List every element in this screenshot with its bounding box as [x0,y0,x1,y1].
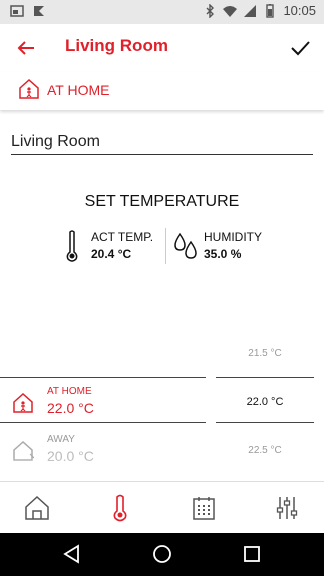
picker-line-bottom [216,422,314,423]
battery-icon [266,3,275,18]
mode-temp-value: 22.0 °C [47,400,94,416]
settings-sliders-icon[interactable] [273,494,301,522]
mode-label: AWAY [47,434,75,445]
room-name-field[interactable]: Living Room [11,128,313,155]
humidity-label: HUMIDITY [204,230,262,244]
current-mode-label: AT HOME [47,82,110,98]
confirm-check-icon[interactable] [288,36,312,60]
actual-temperature: ACT TEMP. 20.4 °C [65,228,165,268]
temp-option-upper[interactable]: 21.5 °C [216,348,314,359]
bottom-navigation [0,481,324,534]
calendar-icon[interactable] [190,494,218,522]
system-home-icon[interactable] [152,544,172,564]
page-title: Living Room [65,36,168,55]
system-back-icon[interactable] [62,544,82,564]
picker-line-top [216,377,314,378]
system-navigation-bar [0,533,324,576]
thermometer-icon [66,230,78,262]
app-bar: Living Room [0,24,324,72]
status-bar: 10:05 [0,0,324,24]
actual-temp-label: ACT TEMP. [91,230,154,244]
back-arrow-icon[interactable] [14,36,38,60]
humidity-drops-icon [174,232,197,259]
home-person-icon [13,392,33,413]
room-name-value: Living Room [11,133,100,150]
current-mode-bar[interactable]: AT HOME [0,72,324,110]
humidity: HUMIDITY 35.0 % [174,228,274,268]
wifi-icon [223,5,238,17]
mode-picker-line-top [0,377,206,378]
signal-icon [244,4,257,17]
thermometer-icon[interactable] [106,494,134,522]
mode-label: AT HOME [47,386,92,397]
home-icon[interactable] [23,494,51,522]
temp-option-selected[interactable]: 22.0 °C [216,396,314,408]
mode-picker-line-bottom [0,422,206,423]
image-notification-icon [10,5,24,17]
temp-option-lower[interactable]: 22.5 °C [216,445,314,456]
set-temperature-heading: SET TEMPERATURE [84,193,240,210]
system-recents-icon[interactable] [242,544,262,564]
status-time: 10:05 [283,3,316,18]
bluetooth-icon [206,3,215,18]
home-person-icon [19,78,39,99]
divider [165,228,166,264]
scroll-fade [0,458,324,478]
mode-option-at-home[interactable]: AT HOME 22.0 °C [0,384,206,424]
humidity-value: 35.0 % [204,247,242,261]
app-notification-icon [34,6,44,16]
actual-temp-value: 20.4 °C [91,247,132,261]
